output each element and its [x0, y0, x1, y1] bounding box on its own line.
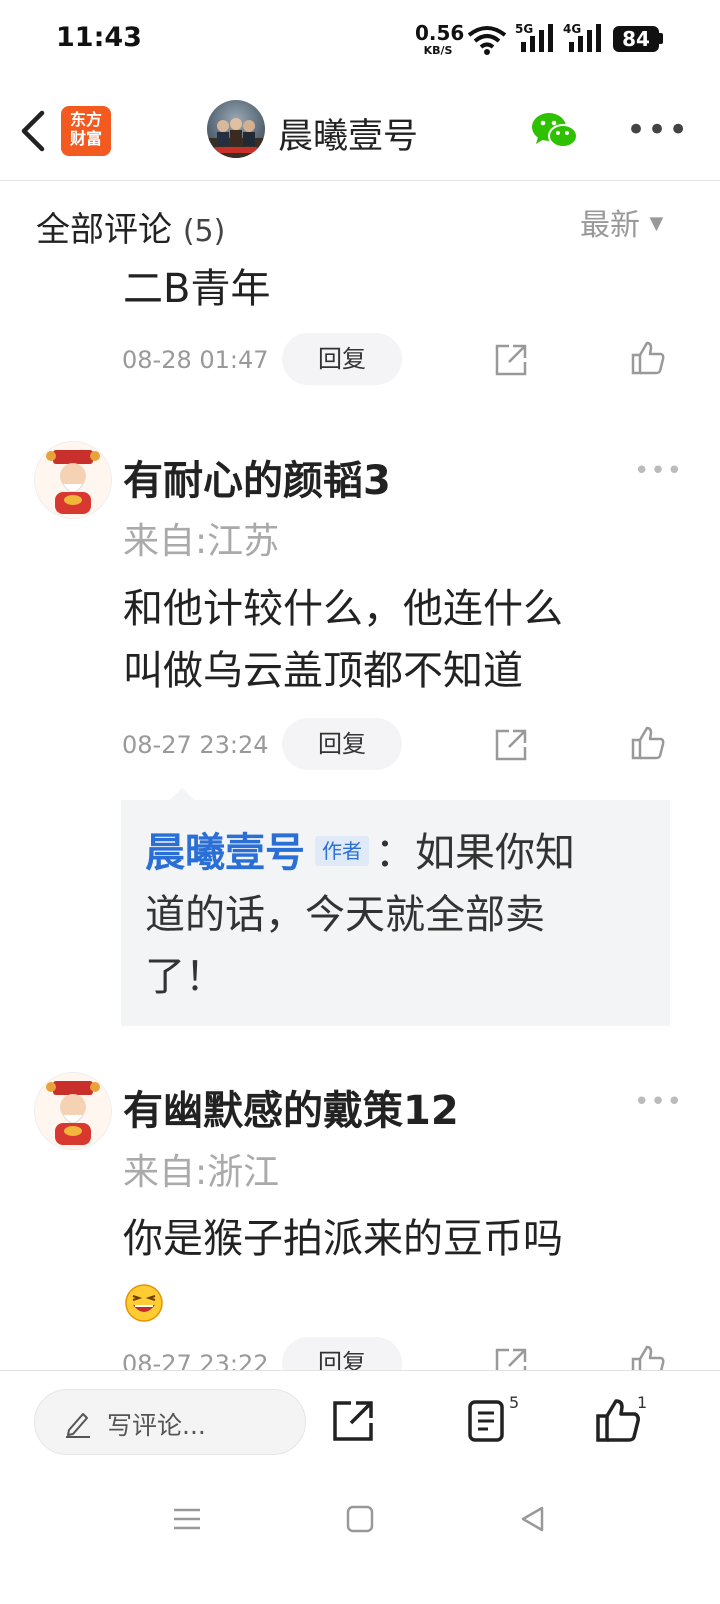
share-icon[interactable] — [493, 727, 529, 763]
comments-list-icon[interactable] — [467, 1399, 507, 1443]
caret-down-icon: ▼ — [649, 213, 664, 234]
reply-text-line1: ：如果你知 — [375, 830, 575, 876]
reply-button[interactable]: 回复 — [282, 333, 402, 385]
commenter-location: 来自:江苏 — [123, 521, 280, 562]
logo-text-line1: 东方 — [69, 110, 102, 129]
write-comment-placeholder: 写评论... — [107, 1411, 206, 1440]
laughing-emoji-icon — [125, 1284, 163, 1322]
back-arrow-icon[interactable] — [18, 110, 48, 152]
commenter-avatar[interactable] — [34, 441, 112, 519]
like-count-badge: 1 — [637, 1393, 648, 1412]
like-icon[interactable] — [630, 1344, 666, 1370]
more-options-icon[interactable]: ••• — [626, 110, 689, 150]
comment-meta-row-partial: 08-27 23:22 回复 — [0, 1336, 720, 1370]
author-name[interactable]: 晨曦壹号 — [278, 108, 418, 159]
wifi-icon — [467, 26, 507, 55]
commenter-name[interactable]: 有幽默感的戴策12 — [123, 1078, 459, 1136]
reply-box-pointer — [170, 788, 194, 800]
commenter-name[interactable]: 有耐心的颜韬3 — [123, 448, 391, 506]
wechat-share-icon[interactable] — [530, 110, 580, 152]
write-comment-input[interactable]: 写评论... — [34, 1389, 306, 1455]
commenter-avatar-image — [46, 450, 100, 514]
pencil-icon — [66, 1413, 90, 1438]
reply-button[interactable]: 回复 — [282, 718, 402, 770]
comment-text: 你是猴子拍派来的豆币吗 — [123, 1216, 563, 1262]
signal-5g-icon — [521, 24, 553, 52]
status-time: 11:43 — [56, 22, 142, 53]
commenter-avatar-image — [46, 1081, 100, 1145]
battery-icon: 84 — [613, 26, 659, 52]
share-icon[interactable] — [331, 1399, 375, 1443]
reply-author-name[interactable]: 晨曦壹号 — [145, 830, 305, 876]
like-icon[interactable] — [595, 1397, 641, 1443]
like-icon[interactable] — [630, 725, 666, 761]
reply-text-line2: 道的话，今天就全部卖 — [145, 892, 545, 938]
author-avatar[interactable] — [207, 100, 265, 158]
reply-button[interactable]: 回复 — [282, 1337, 402, 1370]
comments-section-title: 全部评论 (5) — [36, 202, 225, 251]
comments-count: (5) — [182, 214, 226, 249]
home-square-icon[interactable] — [345, 1504, 375, 1534]
comment-more-icon[interactable]: ••• — [634, 456, 683, 486]
comment-text-line2: 叫做乌云盖顶都不知道 — [123, 648, 523, 694]
comment-text-line1: 和他计较什么，他连什么 — [123, 586, 563, 632]
back-triangle-icon[interactable] — [518, 1504, 548, 1534]
comment-date: 08-28 01:47 — [122, 346, 269, 374]
commenter-avatar[interactable] — [34, 1072, 112, 1150]
status-bar: 11:43 0.56 KB/S 5G 4G 84 — [0, 0, 720, 80]
battery-tip — [659, 33, 663, 44]
author-avatar-image — [207, 118, 265, 158]
sort-dropdown[interactable]: 最新 ▼ — [580, 200, 663, 244]
system-nav-bar — [0, 1470, 720, 1604]
comments-count-badge: 5 — [509, 1393, 520, 1412]
comment-text: 和他计较什么，他连什么 叫做乌云盖顶都不知道 — [123, 578, 663, 702]
reply-text-line3: 了！ — [145, 954, 225, 1000]
author-tag-badge: 作者 — [315, 836, 369, 866]
logo-text-line2: 财富 — [69, 129, 102, 148]
top-header: 东方 财富 晨曦壹号 ••• — [0, 80, 720, 181]
network-speed: 0.56 KB/S — [415, 23, 464, 60]
signal-4g-icon — [569, 24, 601, 52]
sort-label: 最新 — [580, 208, 640, 243]
comment-text: 二B青年 — [123, 266, 271, 312]
comment-more-icon[interactable]: ••• — [634, 1087, 683, 1117]
app-logo[interactable]: 东方 财富 — [61, 106, 111, 156]
comment-date: 08-27 23:22 — [122, 1350, 269, 1370]
like-icon[interactable] — [630, 340, 666, 376]
commenter-location: 来自:浙江 — [123, 1152, 280, 1193]
comment-date: 08-27 23:24 — [122, 731, 269, 759]
share-icon[interactable] — [493, 1346, 529, 1370]
comments-title-text: 全部评论 — [36, 210, 172, 250]
author-reply: 晨曦壹号 作者 ：如果你知 道的话，今天就全部卖 了！ — [145, 822, 645, 1008]
share-icon[interactable] — [493, 342, 529, 378]
menu-icon[interactable] — [172, 1504, 202, 1534]
bottom-action-bar: 写评论... 5 1 — [0, 1370, 720, 1471]
